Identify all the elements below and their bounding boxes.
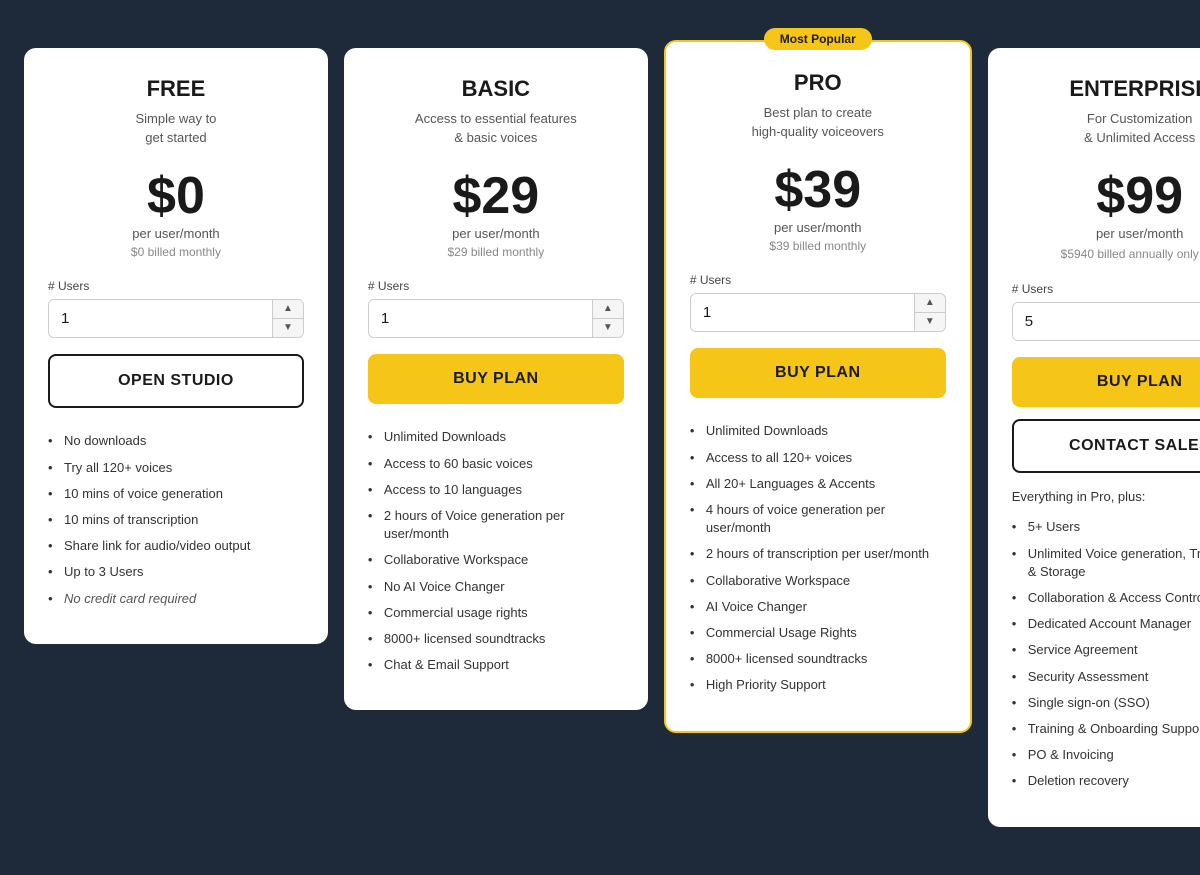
feature-item-basic-5: No AI Voice Changer [368, 574, 624, 600]
users-label-enterprise: # Users [1012, 282, 1200, 296]
feature-item-enterprise-7: Training & Onboarding Support [1012, 716, 1200, 742]
plan-desc-basic: Access to essential features& basic voic… [368, 110, 624, 154]
users-input-wrap-pro: ▲ ▼ [690, 293, 946, 332]
users-input-wrap-enterprise: ▲ ▼ [1012, 302, 1200, 341]
feature-item-basic-7: 8000+ licensed soundtracks [368, 626, 624, 652]
plan-desc-enterprise: For Customization& Unlimited Access [1012, 110, 1200, 154]
plan-price-sub-enterprise: per user/month [1012, 226, 1200, 241]
feature-item-enterprise-2: Collaboration & Access Control [1012, 585, 1200, 611]
plan-price-sub-basic: per user/month [368, 226, 624, 241]
feature-item-free-0: No downloads [48, 428, 304, 454]
users-section-basic: # Users ▲ ▼ [368, 279, 624, 338]
feature-item-pro-8: 8000+ licensed soundtracks [690, 646, 946, 672]
cta-button-enterprise[interactable]: BUY PLAN [1012, 357, 1200, 407]
feature-item-free-6: No credit card required [48, 586, 304, 612]
users-section-enterprise: # Users ▲ ▼ [1012, 282, 1200, 341]
users-label-free: # Users [48, 279, 304, 293]
features-list-pro: Unlimited DownloadsAccess to all 120+ vo… [690, 418, 946, 698]
feature-item-basic-4: Collaborative Workspace [368, 547, 624, 573]
feature-item-enterprise-0: 5+ Users [1012, 514, 1200, 540]
users-input-enterprise[interactable] [1013, 303, 1200, 340]
feature-item-enterprise-5: Security Assessment [1012, 664, 1200, 690]
plan-desc-pro: Best plan to createhigh-quality voiceove… [690, 104, 946, 148]
features-list-free: No downloadsTry all 120+ voices10 mins o… [48, 428, 304, 611]
plan-name-basic: BASIC [368, 76, 624, 102]
plan-card-pro: Most PopularPROBest plan to createhigh-q… [664, 40, 972, 732]
users-spinner-basic: ▲ ▼ [592, 300, 623, 337]
feature-item-enterprise-9: Deletion recovery [1012, 768, 1200, 794]
users-increment-basic[interactable]: ▲ [593, 300, 623, 319]
plan-name-free: FREE [48, 76, 304, 102]
plan-price-sub-pro: per user/month [690, 220, 946, 235]
cta-button-pro[interactable]: BUY PLAN [690, 348, 946, 398]
feature-item-basic-6: Commercial usage rights [368, 600, 624, 626]
plan-desc-free: Simple way toget started [48, 110, 304, 154]
most-popular-badge: Most Popular [764, 28, 872, 50]
plan-price-basic: $29 [368, 170, 624, 222]
users-increment-pro[interactable]: ▲ [915, 294, 945, 313]
plan-billing-enterprise: $5940 billed annually only ⚠ [1012, 245, 1200, 262]
feature-item-basic-3: 2 hours of Voice generation per user/mon… [368, 503, 624, 547]
feature-item-pro-2: All 20+ Languages & Accents [690, 471, 946, 497]
users-input-pro[interactable] [691, 294, 914, 331]
cta-button-free[interactable]: OPEN STUDIO [48, 354, 304, 408]
feature-item-basic-0: Unlimited Downloads [368, 424, 624, 450]
users-section-pro: # Users ▲ ▼ [690, 273, 946, 332]
feature-item-pro-6: AI Voice Changer [690, 594, 946, 620]
users-decrement-basic[interactable]: ▼ [593, 319, 623, 337]
pricing-grid: FREE Simple way toget started $0 per user/m… [16, 40, 1184, 834]
features-list-basic: Unlimited DownloadsAccess to 60 basic vo… [368, 424, 624, 678]
feature-item-enterprise-4: Service Agreement [1012, 637, 1200, 663]
users-input-wrap-basic: ▲ ▼ [368, 299, 624, 338]
feature-item-free-3: 10 mins of transcription [48, 507, 304, 533]
feature-item-free-4: Share link for audio/video output [48, 533, 304, 559]
feature-item-basic-1: Access to 60 basic voices [368, 451, 624, 477]
users-spinner-pro: ▲ ▼ [914, 294, 945, 331]
feature-item-enterprise-3: Dedicated Account Manager [1012, 611, 1200, 637]
feature-item-free-2: 10 mins of voice generation [48, 481, 304, 507]
users-spinner-free: ▲ ▼ [272, 300, 303, 337]
plan-price-pro: $39 [690, 164, 946, 216]
feature-item-pro-4: 2 hours of transcription per user/month [690, 541, 946, 567]
plan-card-free: FREE Simple way toget started $0 per user/m… [24, 48, 328, 643]
users-input-free[interactable] [49, 300, 272, 337]
features-list-enterprise: 5+ UsersUnlimited Voice generation, Tran… [1012, 514, 1200, 794]
contact-sales-button[interactable]: CONTACT SALES [1012, 419, 1200, 473]
plan-billing-free: $0 billed monthly [48, 245, 304, 259]
feature-item-pro-3: 4 hours of voice generation per user/mon… [690, 497, 946, 541]
feature-item-pro-7: Commercial Usage Rights [690, 620, 946, 646]
feature-item-enterprise-8: PO & Invoicing [1012, 742, 1200, 768]
feature-item-pro-0: Unlimited Downloads [690, 418, 946, 444]
users-label-pro: # Users [690, 273, 946, 287]
feature-item-pro-1: Access to all 120+ voices [690, 445, 946, 471]
plan-billing-basic: $29 billed monthly [368, 245, 624, 259]
feature-item-free-5: Up to 3 Users [48, 559, 304, 585]
users-increment-free[interactable]: ▲ [273, 300, 303, 319]
users-label-basic: # Users [368, 279, 624, 293]
plan-billing-pro: $39 billed monthly [690, 239, 946, 253]
users-input-basic[interactable] [369, 300, 592, 337]
feature-item-pro-9: High Priority Support [690, 672, 946, 698]
feature-item-basic-2: Access to 10 languages [368, 477, 624, 503]
plan-price-free: $0 [48, 170, 304, 222]
feature-item-enterprise-6: Single sign-on (SSO) [1012, 690, 1200, 716]
plan-name-enterprise: ENTERPRISE [1012, 76, 1200, 102]
users-input-wrap-free: ▲ ▼ [48, 299, 304, 338]
plan-card-enterprise: ENTERPRISE For Customization& Unlimited A… [988, 48, 1200, 826]
users-section-free: # Users ▲ ▼ [48, 279, 304, 338]
feature-item-basic-8: Chat & Email Support [368, 652, 624, 678]
enterprise-intro: Everything in Pro, plus: [1012, 489, 1200, 504]
plan-card-basic: BASIC Access to essential features& basic… [344, 48, 648, 710]
plan-name-pro: PRO [690, 70, 946, 96]
users-decrement-pro[interactable]: ▼ [915, 313, 945, 331]
feature-item-enterprise-1: Unlimited Voice generation, Transcriptio… [1012, 541, 1200, 585]
plan-price-enterprise: $99 [1012, 170, 1200, 222]
users-decrement-free[interactable]: ▼ [273, 319, 303, 337]
feature-item-pro-5: Collaborative Workspace [690, 568, 946, 594]
plan-price-sub-free: per user/month [48, 226, 304, 241]
feature-item-free-1: Try all 120+ voices [48, 455, 304, 481]
cta-button-basic[interactable]: BUY PLAN [368, 354, 624, 404]
